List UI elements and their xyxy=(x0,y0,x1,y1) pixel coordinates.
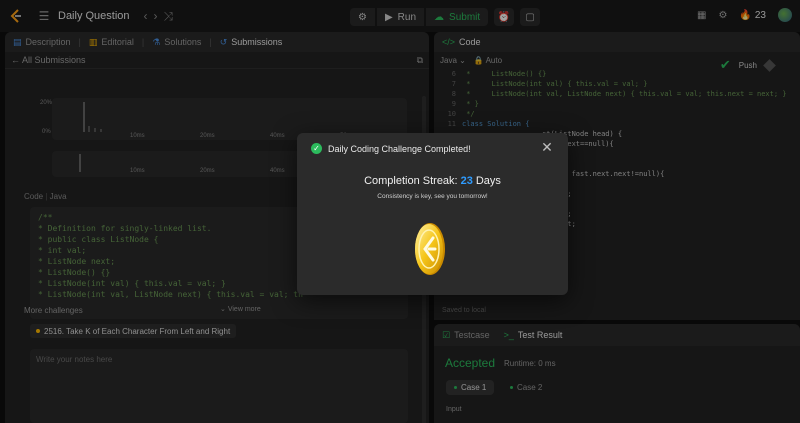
dialog-header: ✓ Daily Coding Challenge Completed! xyxy=(311,143,471,154)
streak-unit: Days xyxy=(475,175,501,187)
dialog-title: Daily Coding Challenge Completed! xyxy=(328,143,471,154)
close-icon[interactable]: ✕ xyxy=(540,140,554,154)
completion-streak: Completion Streak: 23 Days xyxy=(297,175,568,187)
gold-coin-icon xyxy=(415,223,445,275)
success-check-icon: ✓ xyxy=(311,143,322,154)
streak-value: 23 xyxy=(460,175,473,187)
challenge-completed-dialog: ✓ Daily Coding Challenge Completed! ✕ Co… xyxy=(297,133,568,295)
dialog-message: Consistency is key, see you tomorrow! xyxy=(377,193,488,200)
streak-label: Completion Streak: xyxy=(364,175,458,187)
